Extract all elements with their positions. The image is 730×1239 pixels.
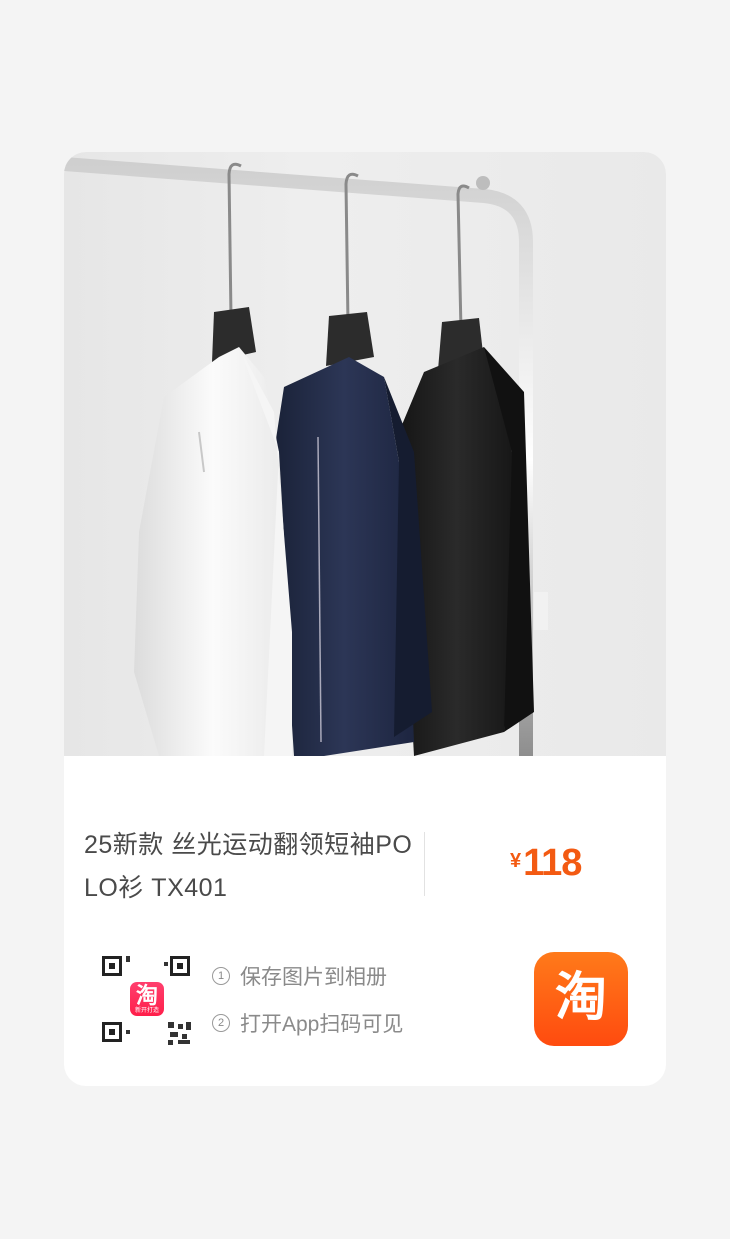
qr-module — [164, 962, 168, 966]
qr-module — [126, 956, 130, 962]
taobao-app-icon[interactable]: 淘 — [534, 952, 628, 1046]
qr-code[interactable]: 淘 新开打造 — [100, 952, 194, 1046]
product-title: 25新款 丝光运动翻领短袖POLO衫 TX401 — [84, 831, 413, 902]
qr-logo-char: 淘 — [135, 983, 158, 1008]
step-text: 保存图片到相册 — [240, 966, 387, 989]
product-price: ¥118 — [510, 842, 582, 885]
qr-module — [170, 1032, 178, 1037]
taobao-qr-logo: 淘 新开打造 — [130, 982, 164, 1016]
product-photo-illustration — [64, 157, 548, 756]
qr-module — [126, 1030, 130, 1034]
qr-module — [168, 1022, 174, 1028]
step-number-icon: 2 — [212, 1014, 230, 1032]
qr-finder — [102, 956, 122, 976]
qr-module — [168, 1040, 173, 1045]
qr-finder — [102, 1022, 122, 1042]
step-text: 打开App扫码可见 — [240, 1013, 404, 1036]
product-image[interactable] — [64, 152, 666, 756]
qr-module — [186, 1022, 191, 1030]
currency-symbol: ¥ — [510, 850, 522, 872]
divider — [424, 832, 425, 896]
qr-module — [178, 1024, 183, 1029]
qr-logo-caption: 新开打造 — [134, 1008, 159, 1014]
step-open-app: 2 打开App扫码可见 — [212, 1005, 403, 1041]
price-value: 118 — [523, 842, 582, 884]
share-card: 25新款 丝光运动翻领短袖POLO衫 TX401 ¥118 淘 新开打造 1 保… — [64, 152, 666, 1086]
qr-module — [182, 1034, 187, 1039]
instructions: 1 保存图片到相册 2 打开App扫码可见 — [212, 958, 403, 1052]
qr-module — [178, 1040, 190, 1044]
qr-finder — [170, 956, 190, 976]
step-number-icon: 1 — [212, 967, 230, 985]
step-save-image: 1 保存图片到相册 — [212, 958, 403, 994]
